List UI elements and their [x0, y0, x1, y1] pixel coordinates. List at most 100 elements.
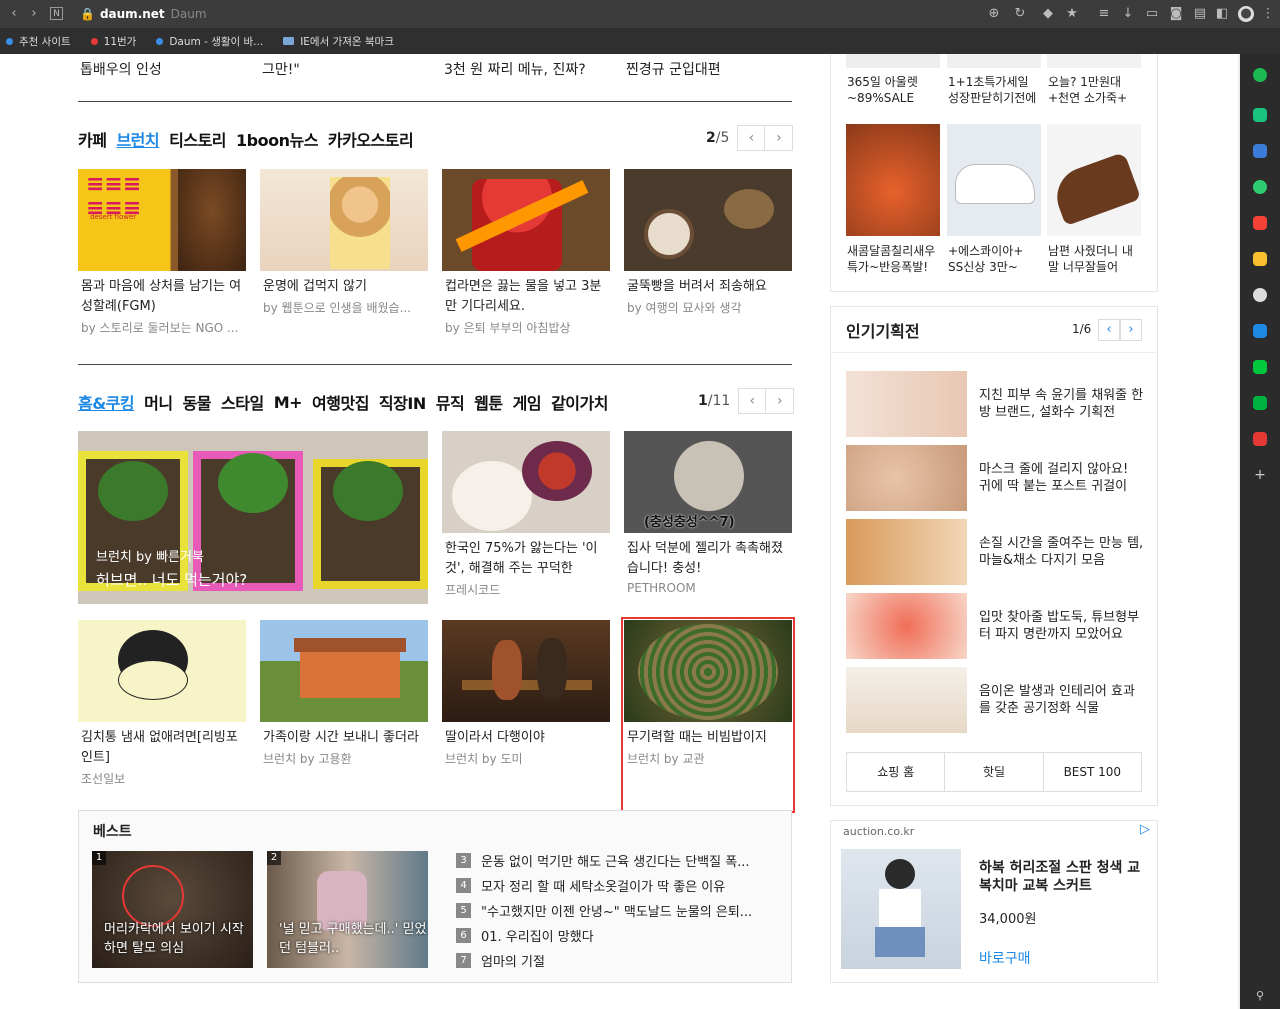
- hotdeal-button[interactable]: 핫딜: [945, 753, 1044, 791]
- video-icon[interactable]: ▭: [1144, 6, 1160, 22]
- back-icon[interactable]: ‹: [6, 6, 22, 22]
- tab-game[interactable]: 게임: [513, 390, 542, 414]
- product-label[interactable]: 새콤달콤칠리새우 특가~반응폭발!: [847, 243, 941, 275]
- next-button[interactable]: ›: [765, 125, 794, 151]
- bookmark-item[interactable]: 11번가: [90, 34, 136, 49]
- best-list-item[interactable]: 7 엄마의 기절: [456, 951, 545, 970]
- bookmark-item[interactable]: Daum - 생활이 바...: [156, 34, 263, 49]
- plan-item[interactable]: 입맛 찾아줄 밥도둑, 튜브형부터 파지 명란까지 모았어요: [846, 593, 1144, 659]
- ad-title[interactable]: 하복 허리조절 스판 청색 교복치마 교복 스커트: [979, 859, 1141, 895]
- scrollbar[interactable]: [1238, 54, 1240, 1009]
- sidebar-app-icon[interactable]: [1253, 432, 1267, 446]
- tab-style[interactable]: 스타일: [221, 390, 264, 414]
- prev-button[interactable]: ‹: [738, 388, 767, 414]
- product-thumbnail[interactable]: [846, 54, 940, 68]
- shield-icon[interactable]: ◆: [1040, 6, 1056, 22]
- content-card[interactable]: 한국인 75%가 앓는다는 '이것', 해결해 주는 꾸덕한 프레시코드: [442, 431, 610, 598]
- news-link[interactable]: 찐경규 군입대편: [626, 59, 721, 79]
- tab-webtoon[interactable]: 웹툰: [474, 390, 503, 414]
- sidebar-app-icon[interactable]: [1253, 180, 1267, 194]
- reader-icon[interactable]: ▤: [1192, 6, 1208, 22]
- tab-tistory[interactable]: 티스토리: [169, 127, 226, 151]
- tab-job[interactable]: 직장IN: [379, 390, 426, 414]
- sidebar-app-icon[interactable]: [1253, 324, 1267, 338]
- address-bar[interactable]: 🔒 daum.net Daum: [80, 4, 980, 24]
- plan-item[interactable]: 손질 시간을 줄여주는 만능 템, 마늘&채소 다지기 모음: [846, 519, 1144, 585]
- content-card[interactable]: ≡≡≡ ≡≡≡ desert flower 몸과 마음에 상처를 남기는 여성할례…: [78, 169, 246, 336]
- sidebar-app-icon[interactable]: [1253, 288, 1267, 302]
- best100-button[interactable]: BEST 100: [1044, 753, 1141, 791]
- content-card[interactable]: (충성충성^^7) 집사 덕분에 젤리가 촉촉해졌습니다! 충성! PETHRO…: [624, 431, 792, 595]
- bookmark-item[interactable]: 추천 사이트: [6, 34, 71, 49]
- shopping-home-button[interactable]: 쇼핑 홈: [847, 753, 946, 791]
- adchoices-icon[interactable]: ▷: [1140, 822, 1150, 837]
- product-label[interactable]: +에스콰이아+ SS신상 3만~: [948, 243, 1042, 275]
- best-list-item[interactable]: 5 "수고했지만 이젠 안녕~" 맥도날드 눈물의 은퇴...: [456, 901, 752, 920]
- content-card[interactable]: 김치통 냄새 없애려면[리빙포인트] 조선일보: [78, 620, 246, 787]
- tab-money[interactable]: 머니: [144, 390, 173, 414]
- product-thumbnail[interactable]: [1047, 124, 1141, 236]
- tab-travel[interactable]: 여행맛집: [312, 390, 369, 414]
- content-card[interactable]: 컵라면은 끓는 물을 넣고 3분만 기다리세요. by 은퇴 부부의 아침밥상: [442, 169, 610, 336]
- sidebar-toggle-icon[interactable]: ◧: [1214, 6, 1230, 22]
- sidebar-app-icon[interactable]: [1253, 216, 1267, 230]
- best-list-item[interactable]: 3 운동 없이 먹기만 해도 근육 생긴다는 단백질 폭...: [456, 851, 750, 870]
- best-card[interactable]: 1 머리카락에서 보이기 시작하면 탈모 의심: [92, 851, 253, 968]
- tab-mplus[interactable]: M+: [274, 393, 303, 412]
- plan-item[interactable]: 마스크 줄에 걸리지 않아요! 귀에 딱 붙는 포스트 귀걸이: [846, 445, 1144, 511]
- add-icon[interactable]: +: [1253, 468, 1267, 482]
- product-label[interactable]: 1+1초특가세일 성장판닫히기전에: [948, 74, 1042, 106]
- tab-animal[interactable]: 동물: [183, 390, 212, 414]
- reload-icon[interactable]: ↻: [1012, 6, 1028, 22]
- product-thumbnail[interactable]: [846, 124, 940, 236]
- news-link[interactable]: 톱배우의 인성: [80, 59, 162, 79]
- product-thumbnail[interactable]: [947, 54, 1041, 68]
- prev-button[interactable]: ‹: [737, 125, 766, 151]
- star-icon[interactable]: ★: [1064, 6, 1080, 22]
- best-list-item[interactable]: 6 01. 우리집이 망했다: [456, 926, 594, 945]
- tab-home-cooking[interactable]: 홈&쿠킹: [78, 390, 135, 414]
- profile-avatar[interactable]: ●: [1238, 6, 1254, 22]
- news-link[interactable]: 그만!": [262, 59, 300, 79]
- product-thumbnail[interactable]: [1047, 54, 1141, 68]
- zoom-icon[interactable]: ⊕: [986, 6, 1002, 22]
- prev-button[interactable]: ‹: [1098, 319, 1120, 341]
- best-list-item[interactable]: 4 모자 정리 할 때 세탁소옷걸이가 딱 좋은 이유: [456, 876, 725, 895]
- sidebar-app-icon[interactable]: [1253, 252, 1267, 266]
- plan-item[interactable]: 음이온 발생과 인테리어 효과를 갖춘 공기정화 식물: [846, 667, 1144, 733]
- product-thumbnail[interactable]: [947, 124, 1041, 236]
- content-card[interactable]: 운명에 겁먹지 않기 by 웹툰으로 인생을 배웠습...: [260, 169, 428, 316]
- menu-icon[interactable]: ⋮: [1260, 6, 1276, 22]
- tab-cafe[interactable]: 카페: [78, 127, 107, 151]
- buy-now-link[interactable]: 바로구매: [979, 948, 1031, 968]
- best-card[interactable]: 2 '널 믿고 구매했는데..' 믿었던 텀블러..: [267, 851, 428, 968]
- product-label[interactable]: 365일 아울렛 ~89%SALE: [847, 74, 941, 106]
- content-card[interactable]: 무기력할 때는 비빔밥이지 브런치 by 교관: [624, 620, 792, 767]
- download-icon[interactable]: ↓: [1120, 6, 1136, 22]
- bookmark-folder[interactable]: IE에서 가져온 북마크: [283, 34, 394, 49]
- sidebar-app-icon[interactable]: [1253, 144, 1267, 158]
- ad-image[interactable]: [841, 849, 961, 969]
- forward-icon[interactable]: ›: [26, 6, 42, 22]
- tab-kakaostory[interactable]: 카카오스토리: [328, 127, 414, 151]
- tab-together[interactable]: 같이가치: [551, 390, 608, 414]
- tab-1boon[interactable]: 1boon뉴스: [236, 127, 318, 151]
- pin-icon[interactable]: ⚲: [1253, 989, 1267, 1003]
- content-card[interactable]: 굴뚝빵을 버려서 죄송해요 by 여행의 묘사와 생각: [624, 169, 792, 316]
- news-link[interactable]: 3천 원 짜리 메뉴, 진짜?: [444, 59, 586, 79]
- sidebar-app-icon[interactable]: [1253, 360, 1267, 374]
- next-button[interactable]: ›: [1120, 319, 1142, 341]
- tab-music[interactable]: 뮤직: [436, 390, 465, 414]
- list-icon[interactable]: ≡: [1096, 6, 1112, 22]
- content-card[interactable]: 딸이라서 다행이야 브런치 by 도미: [442, 620, 610, 767]
- tab-brunch[interactable]: 브런치: [116, 127, 159, 151]
- content-card[interactable]: 가족이랑 시간 보내니 좋더라 브런치 by 고용환: [260, 620, 428, 767]
- sidebar-app-icon[interactable]: [1253, 396, 1267, 410]
- camera-icon[interactable]: ◙: [1168, 6, 1184, 22]
- sidebar-app-icon[interactable]: [1253, 108, 1267, 122]
- next-button[interactable]: ›: [766, 388, 795, 414]
- product-label[interactable]: 남편 사줬더니 내말 너무잘들어: [1048, 243, 1142, 275]
- sidebar-app-icon[interactable]: [1253, 68, 1267, 82]
- plan-item[interactable]: 지친 피부 속 윤기를 채워줄 한방 브랜드, 설화수 기획전: [846, 371, 1144, 437]
- product-label[interactable]: 오늘? 1만원대 +천연 소가죽+: [1048, 74, 1142, 106]
